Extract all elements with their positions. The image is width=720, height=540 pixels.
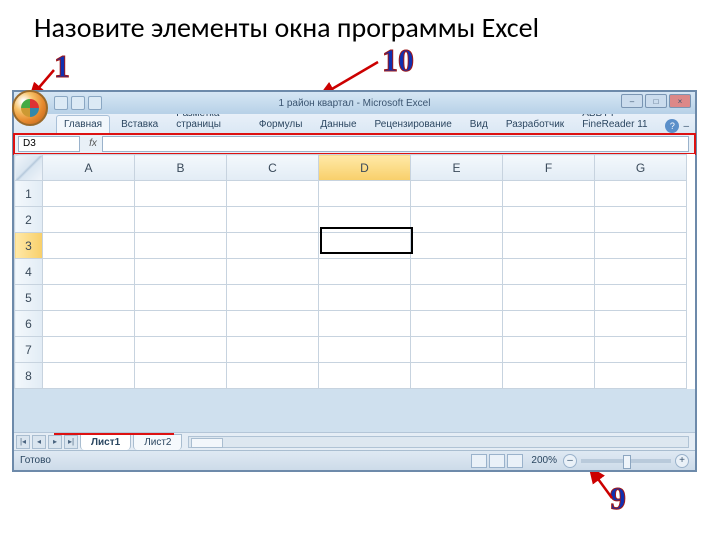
office-button[interactable] [12, 90, 48, 126]
col-header-F[interactable]: F [503, 155, 595, 181]
zoom-slider[interactable] [581, 459, 671, 463]
sheet-tab-bar: |◂ ◂ ▸ ▸| Лист1 Лист2 [14, 432, 695, 450]
excel-window: 1 район квартал - Microsoft Excel – □ × … [12, 90, 697, 472]
tab-nav-first[interactable]: |◂ [16, 435, 30, 449]
ribbon-tab-data[interactable]: Данные [313, 116, 363, 133]
row-header-2[interactable]: 2 [15, 207, 43, 233]
ribbon-tab-review[interactable]: Рецензирование [368, 116, 459, 133]
cells-grid[interactable]: A B C D E F G 1 2 3 4 5 6 7 8 [14, 154, 687, 389]
col-header-D[interactable]: D [319, 155, 411, 181]
status-ready: Готово [20, 455, 51, 466]
row-header-8[interactable]: 8 [15, 363, 43, 389]
annotation-10: 10 [382, 42, 414, 79]
row-header-6[interactable]: 6 [15, 311, 43, 337]
formula-bar: D3 fx [14, 134, 695, 154]
tab-nav-last[interactable]: ▸| [64, 435, 78, 449]
name-box[interactable]: D3 [18, 136, 80, 152]
grid-area: A B C D E F G 1 2 3 4 5 6 7 8 [14, 154, 695, 389]
horizontal-scrollbar[interactable] [188, 436, 689, 448]
col-header-C[interactable]: C [227, 155, 319, 181]
view-pagebreak[interactable] [507, 454, 523, 468]
titlebar: 1 район квартал - Microsoft Excel – □ × [14, 92, 695, 114]
row-header-1[interactable]: 1 [15, 181, 43, 207]
zoom-percent[interactable]: 200% [531, 455, 557, 466]
maximize-button[interactable]: □ [645, 94, 667, 108]
ribbon-tab-formulas[interactable]: Формулы [252, 116, 310, 133]
col-header-E[interactable]: E [411, 155, 503, 181]
view-normal[interactable] [471, 454, 487, 468]
row-header-3[interactable]: 3 [15, 233, 43, 259]
tab-nav-prev[interactable]: ◂ [32, 435, 46, 449]
zoom-out[interactable]: – [563, 454, 577, 468]
close-button[interactable]: × [669, 94, 691, 108]
slide-title: Назовите элементы окна программы Excel [34, 10, 539, 45]
ribbon-tab-home[interactable]: Главная [56, 115, 110, 133]
formula-input[interactable] [102, 136, 689, 152]
fx-icon[interactable]: fx [84, 138, 102, 149]
view-pagelayout[interactable] [489, 454, 505, 468]
ribbon-tab-insert[interactable]: Вставка [114, 116, 165, 133]
ribbon-minimize[interactable]: – [683, 121, 689, 132]
annotation-1: 1 [54, 48, 70, 85]
window-title: 1 район квартал - Microsoft Excel [14, 98, 695, 109]
row-header-4[interactable]: 4 [15, 259, 43, 285]
annotation-9: 9 [610, 480, 626, 517]
select-all-corner[interactable] [15, 155, 43, 181]
sheet-highlight [54, 433, 174, 435]
zoom-in[interactable]: + [675, 454, 689, 468]
sheet-tab-1[interactable]: Лист1 [80, 434, 131, 450]
status-bar: Готово 200% – + [14, 450, 695, 470]
ribbon-tab-developer[interactable]: Разработчик [499, 116, 571, 133]
ribbon-tab-view[interactable]: Вид [463, 116, 495, 133]
tab-nav-next[interactable]: ▸ [48, 435, 62, 449]
ribbon-tabs: Главная Вставка Разметка страницы Формул… [14, 114, 695, 134]
window-controls: – □ × [621, 94, 691, 108]
col-header-B[interactable]: B [135, 155, 227, 181]
help-icon[interactable]: ? [665, 119, 679, 133]
col-header-G[interactable]: G [595, 155, 687, 181]
row-header-5[interactable]: 5 [15, 285, 43, 311]
row-header-7[interactable]: 7 [15, 337, 43, 363]
sheet-tab-2[interactable]: Лист2 [133, 434, 182, 450]
minimize-button[interactable]: – [621, 94, 643, 108]
col-header-A[interactable]: A [43, 155, 135, 181]
